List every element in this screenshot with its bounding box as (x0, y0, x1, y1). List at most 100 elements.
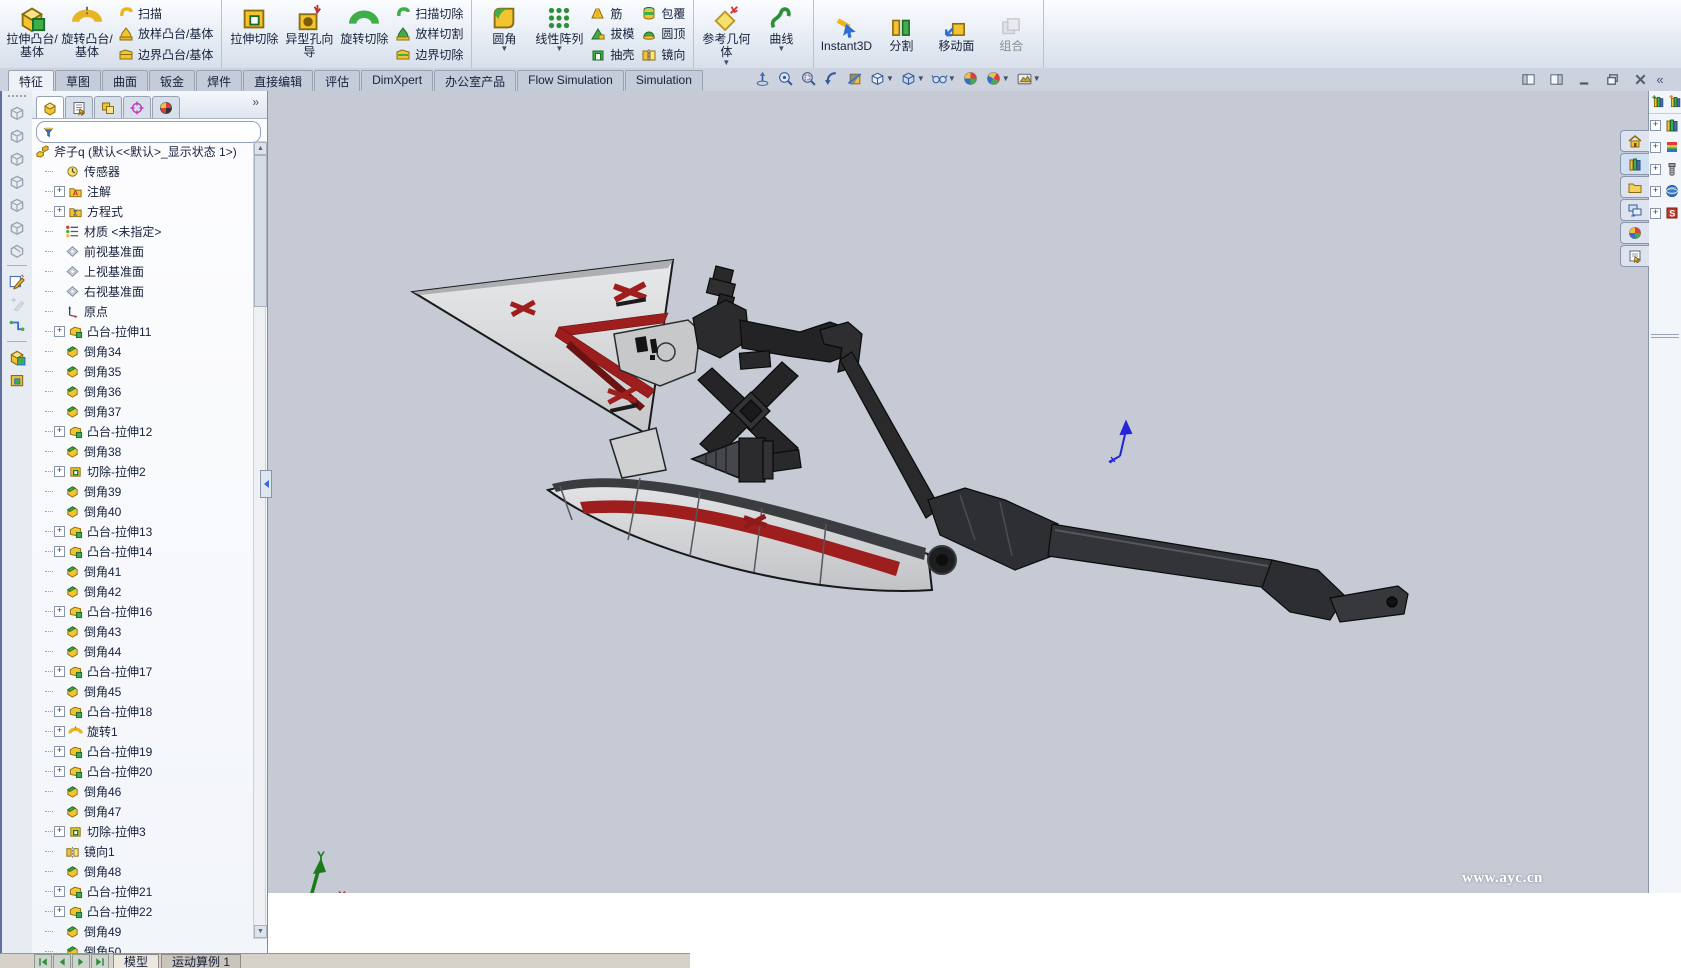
tree-item[interactable]: +切除-拉伸2 (32, 461, 251, 481)
tree-item[interactable]: 镜向1 (32, 841, 251, 861)
tree-item[interactable]: 倒角41 (32, 561, 251, 581)
restore-button[interactable] (1602, 72, 1622, 87)
ribbon-button-loft-cut[interactable]: 放样切割 (395, 25, 463, 42)
ribbon-button-wrap[interactable]: 包覆 (641, 5, 685, 22)
taskpane-tree-item[interactable]: + (1649, 180, 1681, 202)
command-tab[interactable]: DimXpert (361, 70, 433, 93)
ribbon-button-mirror[interactable]: 镜向 (641, 46, 685, 63)
taskpane-collapse-button[interactable]: « (1650, 72, 1670, 89)
tree-item[interactable]: 右视基准面 (32, 281, 251, 301)
expand-toggle[interactable]: + (54, 606, 65, 617)
expand-toggle[interactable]: + (54, 666, 65, 677)
tp-home-tab[interactable] (1620, 130, 1649, 152)
tree-root-item[interactable]: 斧子q (默认<<默认>_显示状态 1>) (32, 141, 251, 161)
view-cube-button[interactable] (5, 216, 29, 239)
expand-toggle[interactable]: + (1650, 186, 1661, 197)
tp-appearances-tab[interactable] (1620, 222, 1649, 244)
tree-item[interactable]: 倒角49 (32, 921, 251, 941)
tree-item[interactable]: 倒角48 (32, 861, 251, 881)
fm-display-tab[interactable] (152, 96, 180, 118)
view-cube-button[interactable] (5, 101, 29, 124)
nav-prev-button[interactable] (53, 954, 71, 968)
expand-toggle[interactable]: + (1650, 164, 1661, 175)
tree-item[interactable]: +凸台-拉伸22 (32, 901, 251, 921)
ribbon-button-fillet[interactable]: 圆角▼ (477, 1, 531, 67)
tree-item[interactable]: 原点 (32, 301, 251, 321)
tabs-overflow-button[interactable]: » (252, 95, 259, 109)
expand-toggle[interactable]: + (1650, 142, 1661, 153)
expand-toggle[interactable]: + (54, 186, 65, 197)
dropdown-caret-icon[interactable]: ▼ (948, 76, 956, 81)
nav-first-button[interactable] (34, 954, 52, 968)
ribbon-button-shell[interactable]: 抽壳 (590, 46, 634, 63)
orientation-pin-button[interactable] (752, 69, 773, 88)
tp-custom-props-tab[interactable] (1620, 245, 1649, 267)
tree-item[interactable]: 倒角36 (32, 381, 251, 401)
edit-sketch-button[interactable] (5, 269, 29, 292)
view-settings-button[interactable]: ▼ (1014, 69, 1043, 88)
axe-model[interactable] (268, 91, 1648, 893)
taskpane-library-add-button[interactable] (1651, 94, 1666, 109)
tree-item[interactable]: 倒角37 (32, 401, 251, 421)
ribbon-button-draft[interactable]: 拔模 (590, 25, 634, 42)
tree-item[interactable]: 传感器 (32, 161, 251, 181)
ribbon-button-sweep-cut[interactable]: 扫描切除 (395, 5, 463, 22)
tree-item[interactable]: 倒角38 (32, 441, 251, 461)
previous-view-button[interactable] (821, 69, 842, 88)
taskpane-library-add2-button[interactable] (1668, 94, 1681, 109)
view-orientation-button[interactable]: ▼ (867, 69, 896, 88)
tp-design-library-tab[interactable] (1620, 153, 1649, 175)
tree-item[interactable]: +旋转1 (32, 721, 251, 741)
dock-right-button[interactable] (1546, 72, 1566, 87)
ribbon-button-curve[interactable]: 曲线▼ (754, 1, 808, 67)
tree-item[interactable]: 倒角35 (32, 361, 251, 381)
tree-item[interactable]: +凸台-拉伸14 (32, 541, 251, 561)
dropdown-caret-icon[interactable]: ▼ (777, 46, 785, 51)
tree-item[interactable]: +凸台-拉伸18 (32, 701, 251, 721)
command-tab[interactable]: 特征 (8, 70, 54, 93)
expand-toggle[interactable]: + (54, 426, 65, 437)
scroll-thumb[interactable] (254, 155, 267, 307)
tree-item[interactable]: 倒角42 (32, 581, 251, 601)
ribbon-button-loft-boss[interactable]: 放样凸台/基体 (118, 25, 213, 42)
view-iso-button[interactable] (5, 239, 29, 262)
fm-config-tab[interactable] (94, 96, 122, 118)
dropdown-caret-icon[interactable]: ▼ (1033, 76, 1041, 81)
ribbon-button-revolve-boss[interactable]: 旋转凸台/基体 (60, 1, 114, 67)
command-tab[interactable]: Flow Simulation (517, 70, 624, 93)
expand-toggle[interactable]: + (54, 906, 65, 917)
expand-toggle[interactable]: + (54, 526, 65, 537)
tree-item[interactable]: 倒角43 (32, 621, 251, 641)
view-cube-button[interactable] (5, 124, 29, 147)
study-tab[interactable]: 运动算例 1 (161, 954, 241, 968)
cut-extrude-color-button[interactable] (5, 368, 29, 391)
ribbon-button-rib[interactable]: 筋 (590, 5, 634, 22)
taskpane-tree-item[interactable]: +S (1649, 202, 1681, 224)
expand-toggle[interactable]: + (54, 546, 65, 557)
dock-left-button[interactable] (1518, 72, 1538, 87)
ribbon-button-boundary-cut[interactable]: 边界切除 (395, 46, 463, 63)
tp-view-palette-tab[interactable] (1620, 199, 1649, 221)
hide-show-button[interactable]: ▼ (929, 69, 958, 88)
tree-item[interactable]: 倒角39 (32, 481, 251, 501)
expand-toggle[interactable]: + (54, 826, 65, 837)
expand-toggle[interactable]: + (54, 466, 65, 477)
route-line-button[interactable] (5, 315, 29, 338)
ribbon-button-dome[interactable]: 圆顶 (641, 25, 685, 42)
tree-item[interactable]: 材质 <未指定> (32, 221, 251, 241)
view-cube-button[interactable] (5, 147, 29, 170)
expand-toggle[interactable]: + (1650, 208, 1661, 219)
scroll-up-arrow[interactable]: ▲ (254, 142, 267, 155)
dropdown-caret-icon[interactable]: ▼ (886, 76, 894, 81)
ribbon-button-linear-pattern[interactable]: 线性阵列▼ (532, 1, 586, 67)
expand-toggle[interactable]: + (54, 886, 65, 897)
tree-scrollbar[interactable]: ▲ ▼ (253, 141, 266, 939)
ribbon-button-split[interactable]: 分割 (874, 1, 928, 67)
command-tab[interactable]: 钣金 (149, 70, 195, 93)
tree-item[interactable]: +凸台-拉伸19 (32, 741, 251, 761)
zoom-area-button[interactable] (798, 69, 819, 88)
tree-item[interactable]: +凸台-拉伸12 (32, 421, 251, 441)
fm-dimxpert-tab[interactable] (123, 96, 151, 118)
tree-item[interactable]: 前视基准面 (32, 241, 251, 261)
expand-toggle[interactable]: + (54, 206, 65, 217)
